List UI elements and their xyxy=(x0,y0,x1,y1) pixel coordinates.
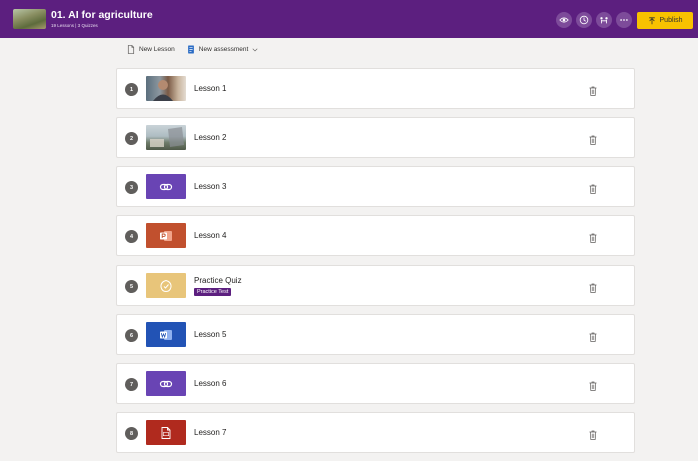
publish-button[interactable]: Publish xyxy=(637,12,693,29)
delete-button[interactable] xyxy=(589,83,597,96)
more-options-button[interactable] xyxy=(616,12,632,28)
new-assessment-button[interactable]: New assessment xyxy=(187,44,259,54)
lesson-card[interactable]: 8 Lesson 7 xyxy=(116,412,635,453)
word-tile xyxy=(146,322,186,347)
lesson-number: 7 xyxy=(125,378,138,391)
eye-icon xyxy=(559,17,569,23)
lesson-card[interactable]: 7 Lesson 6 xyxy=(116,363,635,404)
preview-button[interactable] xyxy=(556,12,572,28)
pdf-tile xyxy=(146,420,186,445)
link-icon xyxy=(159,183,173,190)
trash-icon xyxy=(589,86,597,96)
trash-icon xyxy=(589,332,597,342)
share-icon xyxy=(600,17,608,24)
trash-icon xyxy=(589,184,597,194)
lesson-number: 4 xyxy=(125,230,138,243)
delete-button[interactable] xyxy=(589,329,597,342)
lesson-title: Lesson 2 xyxy=(194,133,227,142)
link-tile xyxy=(146,174,186,199)
lesson-number: 5 xyxy=(125,280,138,293)
powerpoint-tile xyxy=(146,223,186,248)
schedule-button[interactable] xyxy=(576,12,592,28)
video-thumbnail xyxy=(146,125,186,150)
lesson-card[interactable]: 4 Lesson 4 xyxy=(116,215,635,256)
document-icon xyxy=(127,44,135,54)
lesson-title: Lesson 1 xyxy=(194,84,227,93)
scene-shape xyxy=(150,127,184,147)
clock-icon xyxy=(579,15,589,25)
assessment-icon xyxy=(187,44,194,54)
delete-button[interactable] xyxy=(589,378,597,391)
link-icon xyxy=(159,380,173,387)
link-tile xyxy=(146,371,186,396)
lesson-card[interactable]: 5 Practice Quiz Practice Test xyxy=(116,265,635,306)
new-lesson-label: New Lesson xyxy=(139,45,175,53)
toolbar: New Lesson New assessment xyxy=(127,44,258,54)
trash-icon xyxy=(589,135,597,145)
new-lesson-button[interactable]: New Lesson xyxy=(127,44,175,54)
lesson-card[interactable]: 1 Lesson 1 xyxy=(116,68,635,109)
person-silhouette xyxy=(153,80,173,101)
lesson-card[interactable]: 6 Lesson 5 xyxy=(116,314,635,355)
lesson-title: Practice Quiz xyxy=(194,276,242,285)
lesson-number: 3 xyxy=(125,181,138,194)
lesson-title: Lesson 7 xyxy=(194,428,227,437)
practice-test-badge: Practice Test xyxy=(194,288,232,296)
delete-button[interactable] xyxy=(589,132,597,145)
delete-button[interactable] xyxy=(589,181,597,194)
delete-button[interactable] xyxy=(589,230,597,243)
lesson-card[interactable]: 2 Lesson 2 xyxy=(116,117,635,158)
delete-button[interactable] xyxy=(589,280,597,293)
trash-icon xyxy=(589,233,597,243)
delete-button[interactable] xyxy=(589,427,597,440)
course-title: 01. AI for agriculture xyxy=(51,9,153,21)
lesson-number: 8 xyxy=(125,427,138,440)
lesson-title: Lesson 5 xyxy=(194,330,227,339)
lesson-number: 2 xyxy=(125,132,138,145)
share-button[interactable] xyxy=(596,12,612,28)
upload-icon xyxy=(648,16,655,24)
trash-icon xyxy=(589,283,597,293)
lesson-number: 6 xyxy=(125,329,138,342)
powerpoint-icon xyxy=(160,230,172,241)
new-assessment-label: New assessment xyxy=(198,45,249,53)
trash-icon xyxy=(589,430,597,440)
quiz-tile xyxy=(146,273,186,298)
quiz-icon xyxy=(160,279,172,292)
lesson-number: 1 xyxy=(125,83,138,96)
course-subtitle: 19 Lessons | 3 Quizzes xyxy=(51,23,98,28)
lesson-title: Lesson 3 xyxy=(194,182,227,191)
trash-icon xyxy=(589,381,597,391)
word-icon xyxy=(160,329,172,340)
publish-label: Publish xyxy=(659,17,683,24)
course-thumbnail xyxy=(13,9,46,29)
lesson-title: Lesson 4 xyxy=(194,231,227,240)
lesson-card[interactable]: 3 Lesson 3 xyxy=(116,166,635,207)
pdf-icon xyxy=(161,426,171,439)
chevron-down-icon xyxy=(252,48,258,51)
video-thumbnail xyxy=(146,76,186,101)
course-header: 01. AI for agriculture 19 Lessons | 3 Qu… xyxy=(0,0,698,38)
lesson-title: Lesson 6 xyxy=(194,379,227,388)
more-icon xyxy=(620,19,628,21)
